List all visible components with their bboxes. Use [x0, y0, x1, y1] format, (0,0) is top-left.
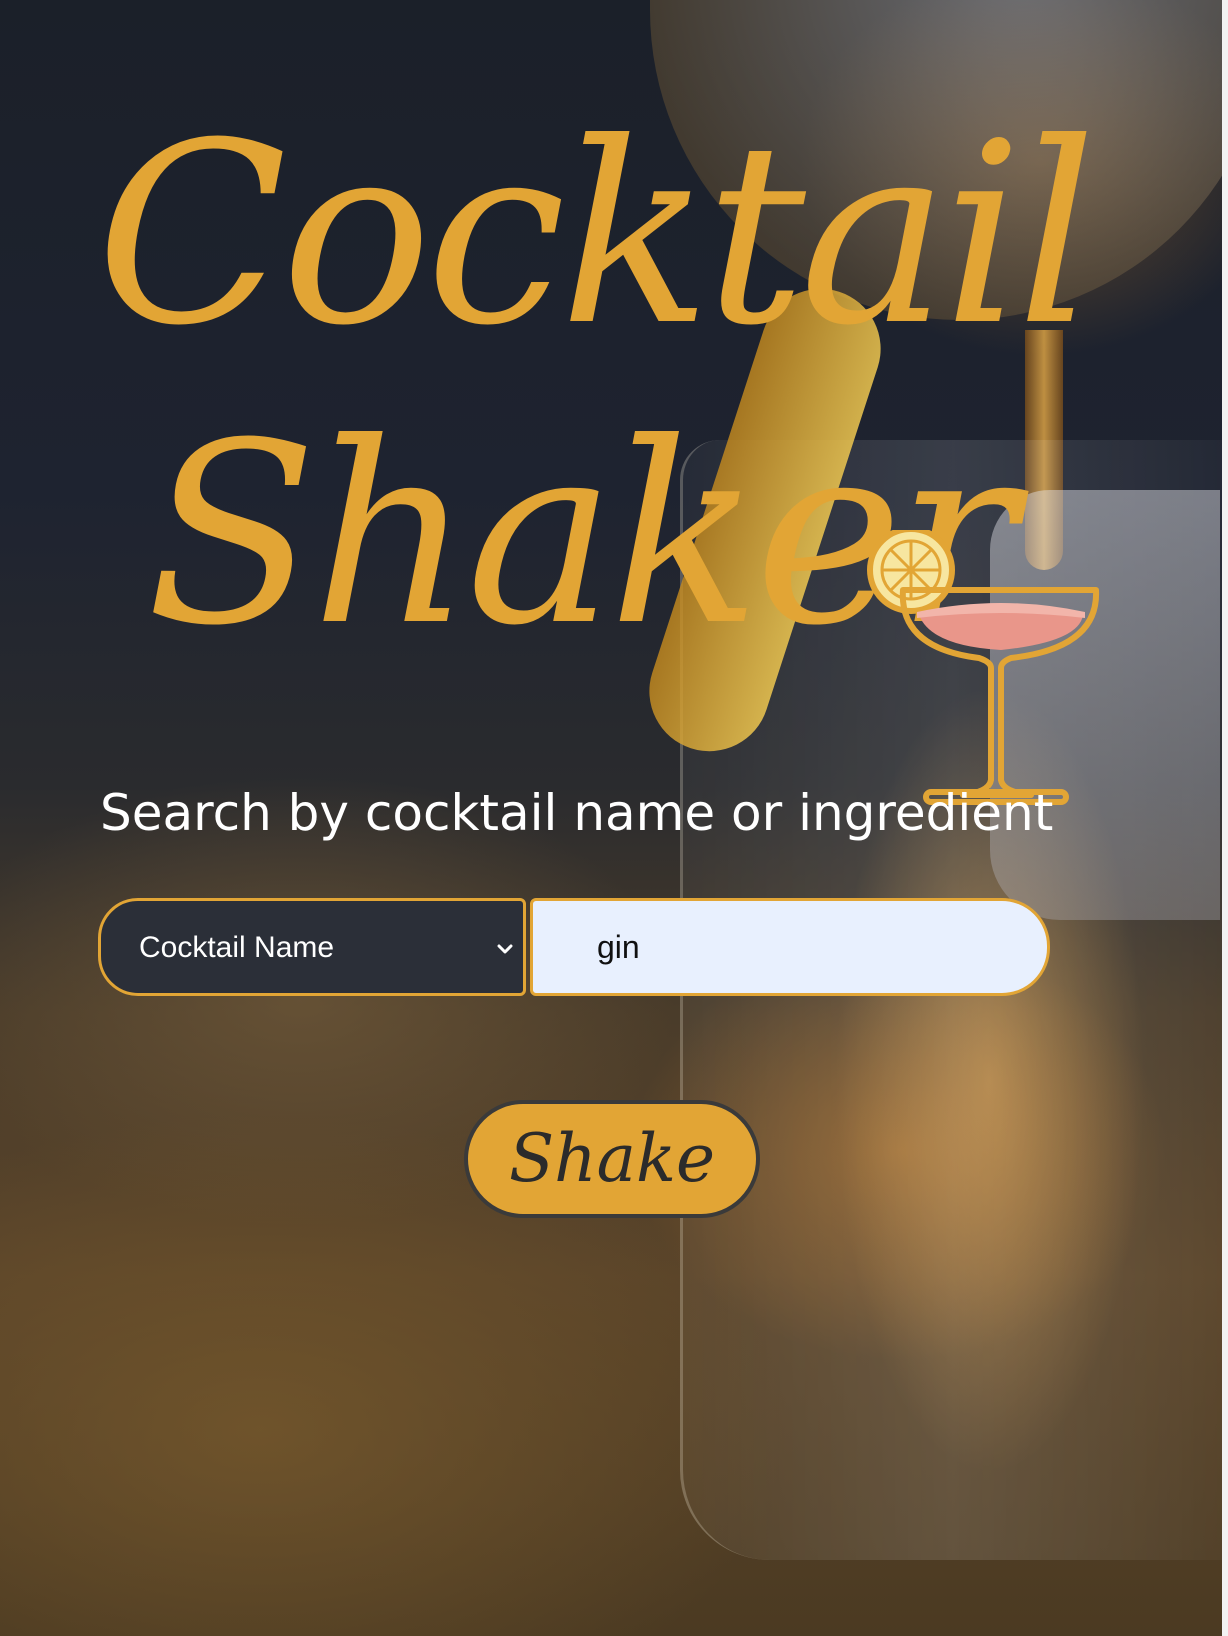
landing-page: Cocktail Shaker Search by cocktail name …	[0, 0, 1228, 1636]
chevron-down-icon	[497, 944, 513, 954]
lemon-slice-icon	[867, 530, 955, 614]
logo-word-cocktail: Cocktail	[96, 89, 1097, 380]
scrollbar-edge	[1222, 0, 1228, 1636]
search-form: Cocktail Name	[98, 898, 1050, 996]
shake-button[interactable]: Shake	[464, 1100, 760, 1218]
search-input[interactable]	[530, 898, 1050, 996]
search-instructions: Search by cocktail name or ingredient	[100, 784, 1054, 842]
search-type-select[interactable]: Cocktail Name	[98, 898, 526, 996]
search-type-selected-value: Cocktail Name	[139, 931, 335, 964]
app-logo: Cocktail Shaker	[96, 110, 1100, 805]
